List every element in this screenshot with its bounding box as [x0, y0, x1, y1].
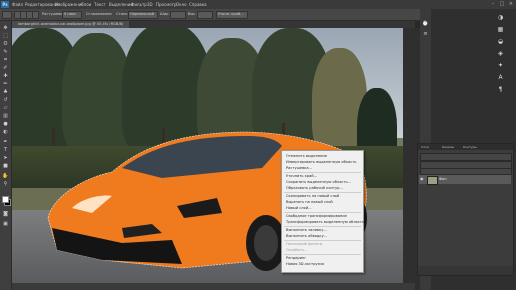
properties-panel-icon[interactable]: ≡: [422, 31, 429, 37]
pen-tool-icon[interactable]: ✒: [2, 139, 9, 145]
history-brush-tool-icon[interactable]: ↺: [2, 97, 9, 103]
menu-separator: [284, 192, 361, 193]
refine-edge-label: Уточн. край...: [218, 12, 244, 16]
style-label: Стиль:: [116, 12, 129, 16]
tools-panel: ✥ ⬚ ʘ ✎ ⌗ ✐ ✚ ✏ ♣ ↺ ▱ ▥ ● ◐ ✒ T ➤ ■ ✋ ⚲ …: [0, 21, 12, 290]
menu-item-stroke[interactable]: Выполнить обводку...: [286, 234, 327, 238]
quick-selection-tool-icon[interactable]: ✎: [2, 49, 9, 55]
crop-tool-icon[interactable]: ⌗: [2, 57, 9, 63]
menu-item-refine-edge[interactable]: Уточнить край...: [286, 174, 317, 178]
photoshop-logo: Ps: [1, 1, 9, 8]
menu-item-save-selection[interactable]: Сохранить выделенную область...: [286, 180, 351, 184]
menu-3d[interactable]: 3D: [147, 2, 153, 7]
status-bar: [12, 283, 415, 290]
menu-separator: [284, 226, 361, 227]
menu-view[interactable]: Просмотр: [156, 2, 177, 7]
feather-value: 0 пикс: [64, 12, 77, 16]
menu-item-deselect[interactable]: Отменить выделение: [286, 154, 327, 158]
tab-channels[interactable]: Каналы: [442, 145, 454, 149]
screen-mode-icon[interactable]: ▣: [2, 221, 9, 227]
anti-alias-checkbox[interactable]: Сглаживание: [86, 12, 112, 16]
menu-window[interactable]: Окно: [176, 2, 187, 7]
menu-item-layer-via-cut[interactable]: Вырезать на новый слой: [286, 200, 333, 204]
clone-stamp-tool-icon[interactable]: ♣: [2, 89, 9, 95]
menu-item-free-transform[interactable]: Свободное трансформирование: [286, 214, 347, 218]
layers-panel: Слои Каналы Контуры ◉ Фон: [417, 143, 514, 276]
intersect-selection-icon[interactable]: [32, 11, 39, 19]
menu-item-new-layer[interactable]: Новый слой...: [286, 206, 312, 210]
hand-tool-icon[interactable]: ✋: [2, 173, 9, 179]
move-tool-icon[interactable]: ✥: [2, 25, 9, 31]
healing-brush-tool-icon[interactable]: ✚: [2, 73, 9, 79]
menu-file[interactable]: Файл: [12, 2, 23, 7]
dodge-tool-icon[interactable]: ◐: [2, 129, 9, 135]
type-tool-icon[interactable]: T: [2, 147, 9, 153]
menu-separator: [284, 240, 361, 241]
styles-panel-icon[interactable]: ◈: [497, 50, 504, 57]
maximize-icon[interactable]: □: [498, 1, 506, 7]
brush-panel-icon[interactable]: ✦: [497, 62, 504, 69]
eyedropper-tool-icon[interactable]: ✐: [2, 65, 9, 71]
menu-item-layer-via-copy[interactable]: Скопировать на новый слой: [286, 194, 339, 198]
character-panel-icon[interactable]: A: [497, 74, 504, 81]
swatches-panel-icon[interactable]: ▦: [497, 26, 504, 33]
layer-background[interactable]: ◉ Фон: [419, 175, 511, 185]
menu-bar: Ps Файл Редактирование Изображение Слои …: [0, 0, 516, 9]
document-tab[interactable]: lamborghini-aventador-car-wallpaper.jpg …: [12, 21, 130, 28]
menu-help[interactable]: Справка: [189, 2, 207, 7]
width-input[interactable]: [170, 11, 186, 19]
layer-filter-row[interactable]: [420, 153, 512, 161]
color-panel-icon[interactable]: ◑: [497, 14, 504, 21]
style-value: Нормальный: [130, 12, 155, 16]
layer-name: Фон: [439, 177, 447, 181]
path-selection-tool-icon[interactable]: ➤: [2, 155, 9, 161]
menu-select[interactable]: Выделение: [109, 2, 133, 7]
brush-tool-icon[interactable]: ✏: [2, 81, 9, 87]
menu-item-last-filter: Последний фильтр: [286, 242, 323, 246]
menu-item-fill[interactable]: Выполнить заливку...: [286, 228, 327, 232]
zoom-tool-icon[interactable]: ⚲: [2, 181, 9, 187]
menu-image[interactable]: Изображение: [55, 2, 84, 7]
blur-tool-icon[interactable]: ●: [2, 121, 9, 127]
lock-row[interactable]: [420, 168, 512, 175]
menu-item-render[interactable]: Рендеринг: [286, 256, 306, 260]
menu-item-make-work-path[interactable]: Образовать рабочий контур...: [286, 186, 343, 190]
layers-panel-tabs: Слои Каналы Контуры: [418, 144, 513, 150]
menu-item-inverse[interactable]: Инвертировать выделенную область: [286, 160, 357, 164]
context-menu: Отменить выделение Инвертировать выделен…: [281, 150, 364, 273]
minimize-icon[interactable]: –: [489, 1, 497, 7]
marquee-tool-preset-icon[interactable]: [2, 11, 12, 19]
paragraph-panel-icon[interactable]: ¶: [497, 86, 504, 93]
menu-type[interactable]: Текст: [94, 2, 106, 7]
layer-thumbnail: [427, 176, 438, 185]
close-icon[interactable]: ×: [507, 1, 515, 7]
menu-item-feather[interactable]: Растушевка...: [286, 166, 312, 170]
menu-layers[interactable]: Слои: [81, 2, 91, 7]
menu-separator: [284, 172, 361, 173]
menu-separator: [284, 212, 361, 213]
document-tab-bar: lamborghini-aventador-car-wallpaper.jpg …: [12, 21, 415, 28]
menu-item-transform-selection[interactable]: Трансформировать выделенную область: [286, 220, 364, 224]
eraser-tool-icon[interactable]: ▱: [2, 105, 9, 111]
layers-panel-footer: [418, 266, 513, 275]
quick-mask-icon[interactable]: ◙: [2, 211, 9, 217]
marquee-tool-icon[interactable]: ⬚: [2, 33, 9, 39]
menu-separator: [284, 254, 361, 255]
menu-item-new-3d-extrusion[interactable]: Новая 3D-экструзия: [286, 262, 324, 266]
lasso-tool-icon[interactable]: ʘ: [2, 41, 9, 47]
shape-tool-icon[interactable]: ■: [2, 163, 9, 169]
foreground-color-swatch[interactable]: [2, 196, 9, 203]
gradient-tool-icon[interactable]: ▥: [2, 113, 9, 119]
menu-item-fade: Ослабить...: [286, 248, 308, 252]
adjustments-panel-icon[interactable]: ◒: [497, 38, 504, 45]
tab-layers[interactable]: Слои: [421, 145, 429, 149]
tab-paths[interactable]: Контуры: [463, 145, 477, 149]
eye-icon[interactable]: ◉: [420, 177, 424, 181]
history-panel-icon[interactable]: ⌚: [422, 21, 429, 27]
menu-filter[interactable]: Фильтр: [131, 2, 147, 7]
height-input[interactable]: [197, 11, 213, 19]
